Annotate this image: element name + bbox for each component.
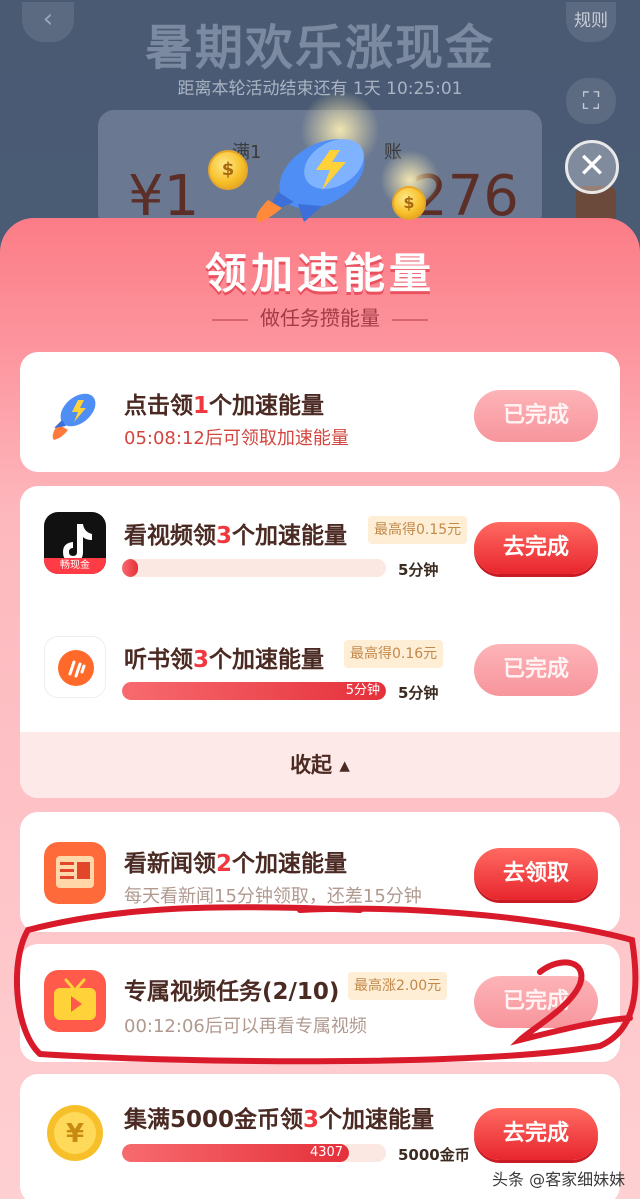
modal-title: 领加速能量 bbox=[204, 249, 435, 298]
background-title: 暑期欢乐涨现金 bbox=[144, 20, 495, 76]
modal-subtitle: 做任务攒能量 bbox=[0, 302, 640, 331]
scan-icon: ⛶ bbox=[582, 87, 600, 115]
task-progress-bar: 4307 bbox=[122, 1144, 386, 1162]
task-title: 点击领1个加速能量 bbox=[124, 393, 325, 419]
progress-target: 5000金币 bbox=[398, 1146, 470, 1164]
reward-badge: 最高得0.16元 bbox=[344, 640, 444, 668]
task-title: 专属视频任务(2/10) bbox=[124, 979, 340, 1005]
rocket-icon bbox=[52, 393, 96, 440]
progress-fill bbox=[122, 559, 138, 577]
close-modal-button[interactable]: ✕ bbox=[565, 140, 619, 194]
task-go-button[interactable]: 去完成 bbox=[474, 1108, 598, 1160]
task-progress-bar bbox=[122, 559, 386, 577]
task-title: 集满5000金币领3个加速能量 bbox=[124, 1107, 435, 1133]
scan-button[interactable]: ⛶ bbox=[566, 78, 616, 124]
modal-subtitle-text: 做任务攒能量 bbox=[260, 306, 380, 330]
gold-coin-icon: ¥ bbox=[47, 1105, 103, 1161]
task-claim-button[interactable]: 去领取 bbox=[474, 848, 598, 900]
task-title: 看视频领3个加速能量 bbox=[124, 523, 348, 549]
watermark: 头条 @客家细妹妹 bbox=[492, 1170, 626, 1189]
task-title: 看新闻领2个加速能量 bbox=[124, 851, 348, 877]
task-subtitle: 每天看新闻15分钟领取，还差15分钟 bbox=[124, 886, 422, 907]
task-completed-button[interactable]: 已完成 bbox=[474, 390, 598, 442]
close-icon: ✕ bbox=[577, 146, 607, 186]
task-subtitle: 00:12:06后可以再看专属视频 bbox=[124, 1016, 367, 1037]
tv-icon bbox=[44, 970, 106, 1032]
reward-badge: 最高涨2.00元 bbox=[348, 972, 448, 1000]
collapse-button[interactable]: 收起 ▴ bbox=[20, 732, 620, 798]
rules-button[interactable]: 规则 bbox=[566, 2, 616, 42]
task-subtitle: 05:08:12后可领取加速能量 bbox=[124, 428, 349, 449]
task-go-button[interactable]: 去完成 bbox=[474, 522, 598, 574]
news-icon bbox=[44, 842, 106, 904]
task-title: 听书领3个加速能量 bbox=[124, 647, 325, 673]
task-completed-button[interactable]: 已完成 bbox=[474, 644, 598, 696]
task-completed-button[interactable]: 已完成 bbox=[474, 976, 598, 1028]
douyin-icon: 畅现金 bbox=[44, 512, 106, 574]
progress-fill: 5分钟 bbox=[122, 682, 386, 700]
task-progress-bar: 5分钟 bbox=[122, 682, 386, 700]
rocket-icon bbox=[256, 139, 365, 222]
reward-badge: 最高得0.15元 bbox=[368, 516, 468, 544]
progress-target: 5分钟 bbox=[398, 684, 439, 702]
svg-text:¥: ¥ bbox=[66, 1119, 84, 1149]
audiobook-icon bbox=[44, 636, 106, 698]
progress-target: 5分钟 bbox=[398, 561, 439, 579]
douyin-tag: 畅现金 bbox=[44, 558, 106, 574]
progress-fill: 4307 bbox=[122, 1144, 350, 1162]
